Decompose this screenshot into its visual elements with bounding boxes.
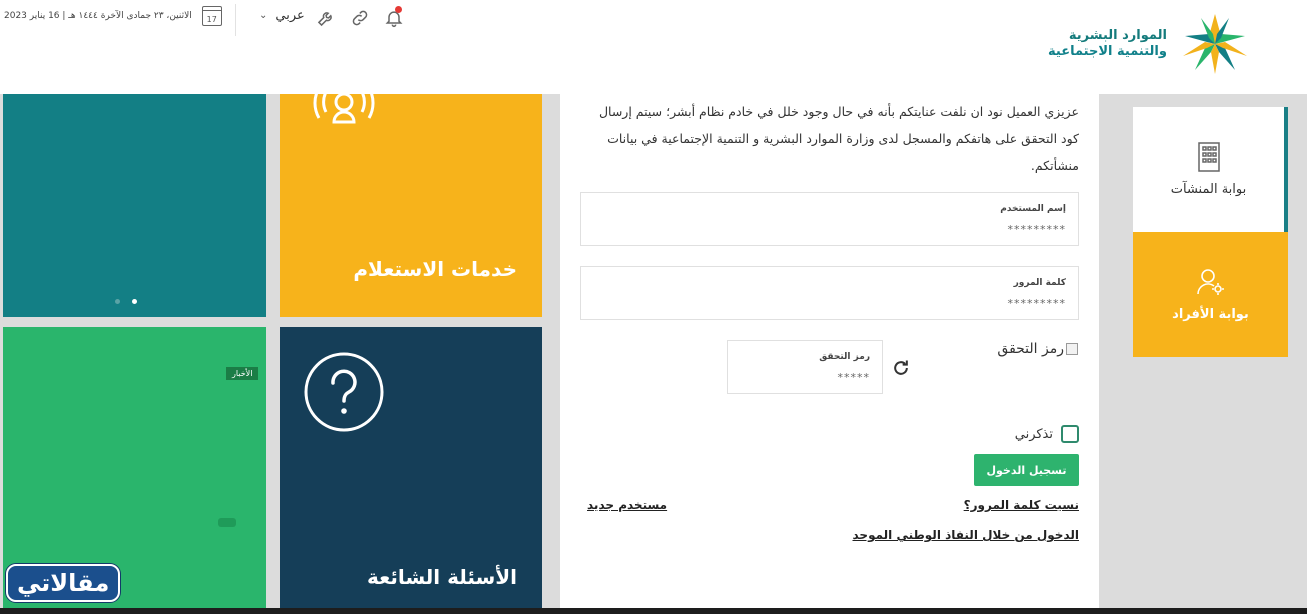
language-label: عربي [275, 8, 305, 23]
wrench-icon[interactable] [316, 8, 336, 32]
password-label: كلمة المرور [1013, 278, 1066, 288]
calendar-icon[interactable]: 17 [201, 6, 222, 26]
login-panel: عزيزي العميل نود ان نلفت عنايتكم بأنه في… [560, 94, 1099, 614]
individuals-portal-label: بوابة الأفراد [1172, 307, 1249, 322]
bottom-bar [0, 608, 1307, 614]
news-badge: الأخبار [226, 367, 259, 380]
site-watermark: مقالاتي [6, 564, 121, 602]
faq-title: الأسئلة الشائعة [367, 565, 517, 589]
top-header: الاثنين، ٢٣ جمادى الآخرة ١٤٤٤ هـ | 16 ين… [0, 0, 1307, 94]
captcha-image: رمز التحقق [997, 341, 1078, 357]
forgot-password-link[interactable]: نسيت كلمة المرور؟ [964, 498, 1079, 512]
building-icon [1197, 142, 1220, 172]
slider-dot-active[interactable] [132, 299, 137, 304]
password-input[interactable]: ********* [1008, 297, 1067, 310]
remember-me-checkbox[interactable] [1061, 425, 1079, 443]
captcha-image-alt: رمز التحقق [997, 341, 1064, 357]
ministry-logo[interactable]: الموارد البشرية والتنمية الاجتماعية [1048, 12, 1253, 76]
question-mark-icon [304, 352, 384, 432]
intro-notice: عزيزي العميل نود ان نلفت عنايتكم بأنه في… [598, 104, 1079, 173]
establishments-portal-label: بوابة المنشآت [1170, 182, 1247, 197]
date-area: الاثنين، ٢٣ جمادى الآخرة ١٤٤٤ هـ | 16 ين… [4, 6, 222, 26]
link-icon[interactable] [350, 8, 370, 32]
language-selector[interactable]: ⌄ عربي [259, 8, 305, 23]
slider-tile[interactable] [3, 94, 266, 317]
inquiry-services-tile[interactable]: خدمات الاستعلام [280, 94, 542, 317]
bell-icon[interactable] [384, 6, 404, 32]
faq-tile[interactable]: الأسئلة الشائعة [280, 327, 542, 614]
establishments-portal[interactable]: بوابة المنشآت [1133, 107, 1288, 232]
captcha-field[interactable]: رمز التحقق ***** [727, 340, 883, 394]
login-button[interactable]: تسجيل الدخول [974, 454, 1079, 486]
logo-emblem-icon [1182, 14, 1247, 74]
password-field[interactable]: كلمة المرور ********* [580, 266, 1079, 320]
username-field[interactable]: إسم المستخدم ********* [580, 192, 1079, 246]
logo-line-2: والتنمية الاجتماعية [1048, 44, 1167, 59]
broken-image-icon [1066, 343, 1078, 355]
nafath-login-link[interactable]: الدخول من خلال النفاذ الوطني الموحد [853, 528, 1080, 542]
broadcast-icon [313, 94, 375, 124]
calendar-day: 17 [206, 15, 217, 24]
notification-dot [395, 6, 402, 13]
chevron-down-icon: ⌄ [259, 10, 268, 21]
username-input[interactable]: ********* [1008, 223, 1067, 236]
remember-me[interactable]: تذكرني [1015, 425, 1079, 443]
captcha-input[interactable]: ***** [838, 371, 871, 384]
logo-line-1: الموارد البشرية [1068, 27, 1167, 43]
header-divider [235, 4, 236, 36]
remember-me-label: تذكرني [1014, 426, 1053, 442]
new-user-link[interactable]: مستخدم جديد [587, 498, 667, 512]
refresh-captcha-icon[interactable] [891, 358, 911, 378]
inquiry-services-title: خدمات الاستعلام [353, 257, 517, 281]
header-icons [316, 6, 404, 32]
user-settings-icon [1196, 269, 1224, 295]
logo-text: الموارد البشرية والتنمية الاجتماعية [1048, 28, 1167, 61]
header-date: الاثنين، ٢٣ جمادى الآخرة ١٤٤٤ هـ | 16 ين… [4, 11, 192, 21]
username-label: إسم المستخدم [1000, 204, 1066, 214]
individuals-portal[interactable]: بوابة الأفراد [1133, 232, 1288, 357]
captcha-label: رمز التحقق [819, 352, 870, 362]
slider-dot[interactable] [115, 299, 120, 304]
slider-dots [115, 299, 137, 304]
news-indicator [218, 518, 236, 527]
